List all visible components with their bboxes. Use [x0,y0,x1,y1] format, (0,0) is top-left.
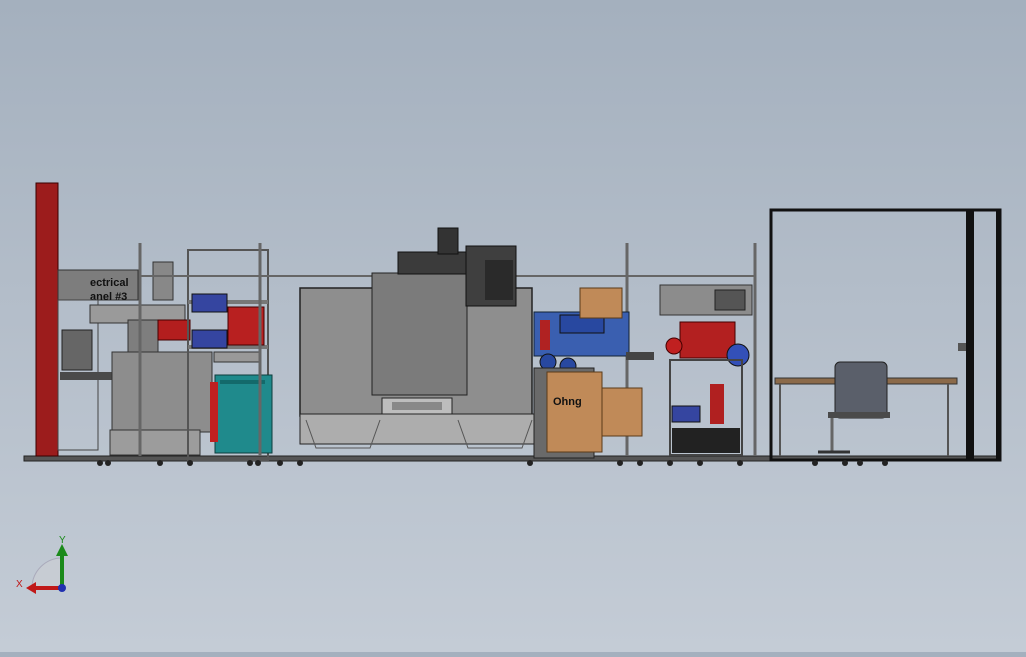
red-column [35,182,59,457]
panel-label-line2: anel #3 [90,291,127,303]
y-axis-label: Y [59,535,66,546]
factory-layout-model[interactable]: ectrical anel #3 Ohng Y X [0,0,1026,652]
coordinate-triad[interactable]: Y X [16,535,68,594]
office-chair [818,361,890,454]
x-axis-label: X [16,579,23,590]
box-label: Ohng [553,396,582,408]
office-enclosure [769,208,1002,462]
cad-viewport[interactable]: ectrical anel #3 Ohng Y X [0,0,1026,652]
tool-cabinet [210,374,273,454]
triad-plane-shading [31,557,63,589]
z-axis-dot [58,584,66,592]
panel-label-line1: ectrical [90,277,129,289]
tool-grinder [665,321,750,456]
cnc-machining-center [299,227,537,449]
